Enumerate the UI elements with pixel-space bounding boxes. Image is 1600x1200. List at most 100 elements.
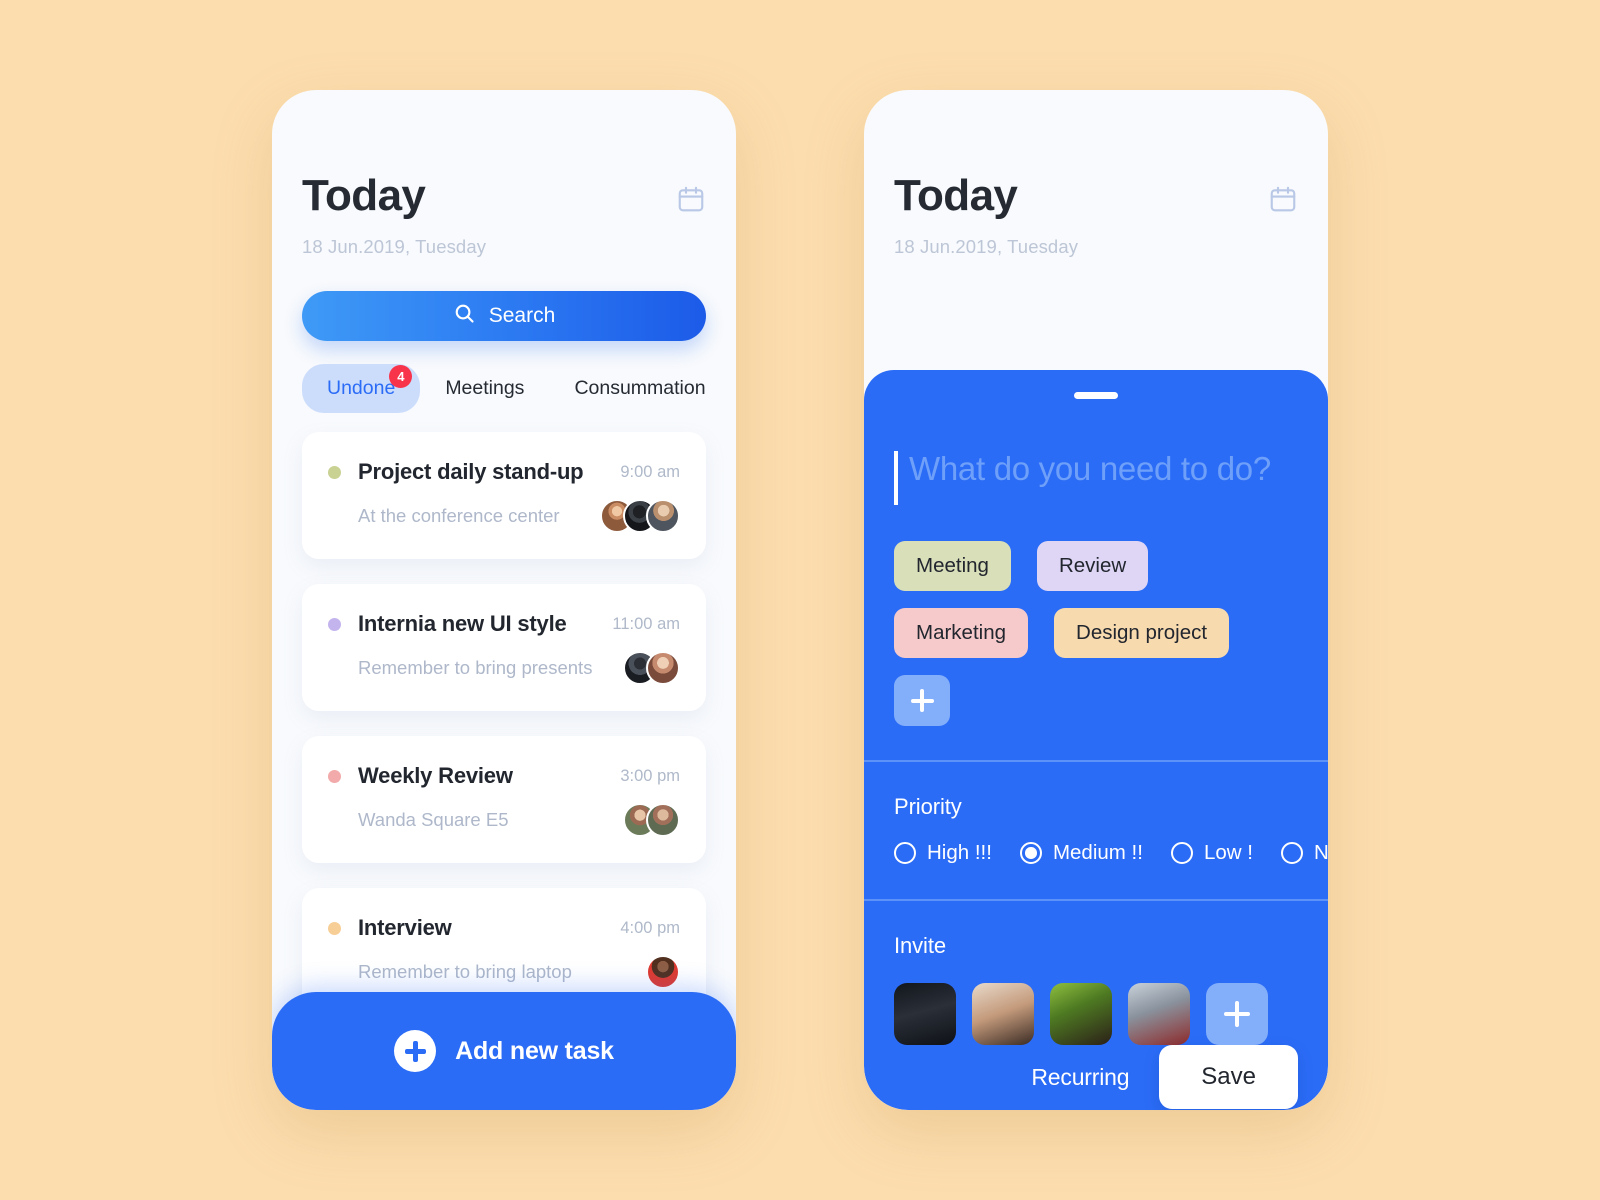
radio-icon [894,842,916,864]
task-avatars [600,499,680,533]
search-label: Search [488,304,556,327]
priority-label: Priority [894,794,962,819]
task-top-row: Interview 4:00 pm [328,915,680,941]
task-time: 4:00 pm [620,918,680,937]
task-top-row: Internia new UI style 11:00 am [328,611,680,637]
tab-meetings-label: Meetings [445,377,525,399]
calendar-icon[interactable] [676,184,706,219]
search-icon [453,302,476,330]
page-title: Today [302,171,426,220]
task-title: Interview [358,915,452,940]
radio-icon-selected [1019,842,1042,864]
left-header: Today 18 Jun.2019, Tuesday Search Undone… [272,90,736,413]
text-caret [894,451,898,505]
invite-label: Invite [894,933,946,958]
priority-option-high[interactable]: High !!! [894,841,992,865]
tag-chip-meeting[interactable]: Meeting [894,541,1011,591]
task-time: 9:00 am [620,462,680,481]
task-bottom-row: At the conference center [328,499,680,533]
task-top-row: Weekly Review 3:00 pm [328,763,680,789]
task-card[interactable]: Project daily stand-up 9:00 am At the co… [302,432,706,559]
task-avatars [623,651,680,685]
header-date: 18 Jun.2019, Tuesday [894,236,1079,257]
priority-option-medium-label: Medium !! [1052,841,1143,864]
header-date: 18 Jun.2019, Tuesday [302,236,487,257]
avatar [646,499,680,533]
tab-consummation[interactable]: Consummation [549,364,730,413]
compose-actions: Recurring Save [864,1045,1328,1110]
tag-chip-review[interactable]: Review [1036,541,1149,591]
phone-compose-task: Today 18 Jun.2019, Tuesday What do you n… [864,90,1328,1110]
priority-option-none[interactable]: None [1280,841,1328,865]
invite-avatar[interactable] [894,983,956,1045]
add-tag-button[interactable] [894,675,950,726]
save-button[interactable]: Save [1159,1045,1298,1109]
radio-icon [1280,842,1303,864]
task-status-dot [328,617,341,631]
calendar-icon[interactable] [1268,184,1298,219]
task-status-dot [328,465,341,479]
plus-icon [394,1030,437,1072]
task-title: Project daily stand-up [358,459,584,484]
invite-section: Invite [864,901,1328,1045]
right-title-row: Today [894,174,1298,219]
priority-radio-group: High !!! Medium !! Low ! None [894,841,1328,865]
task-card[interactable]: Weekly Review 3:00 pm Wanda Square E5 [302,736,706,863]
task-time: 3:00 pm [620,766,680,785]
task-subtitle: At the conference center [358,505,560,526]
tab-meetings[interactable]: Meetings [420,364,549,413]
task-bottom-row: Remember to bring presents [328,651,680,685]
task-status-dot [328,921,341,935]
avatar [646,651,680,685]
screens-stage: Today 18 Jun.2019, Tuesday Search Undone… [0,0,1600,1200]
filter-tabs: Undone 4 Meetings Consummation [302,364,706,413]
tab-undone[interactable]: Undone 4 [302,364,421,413]
priority-section: Priority High !!! Medium !! Low ! N [864,762,1328,899]
invite-avatar[interactable] [1128,983,1190,1045]
left-title-row: Today [302,174,706,219]
task-status-dot [328,769,341,783]
task-list: Project daily stand-up 9:00 am At the co… [272,432,736,1015]
task-time: 11:00 am [612,614,680,633]
page-title: Today [894,171,1018,220]
compose-sheet: What do you need to do? Meeting Review M… [864,370,1328,1110]
compose-placeholder: What do you need to do? [909,450,1271,487]
tab-consummation-label: Consummation [574,377,706,399]
tab-undone-label: Undone [327,377,396,399]
priority-option-low-label: Low ! [1203,841,1253,864]
task-bottom-row: Wanda Square E5 [328,803,680,837]
task-avatars [646,955,680,989]
priority-option-low[interactable]: Low ! [1170,841,1253,865]
add-new-task-label: Add new task [455,1036,614,1065]
avatar [646,955,680,989]
task-top-row: Project daily stand-up 9:00 am [328,459,680,485]
invite-avatar-row [894,983,1298,1045]
recurring-button[interactable]: Recurring [1031,1064,1129,1091]
tag-chip-design-project[interactable]: Design project [1054,608,1230,658]
search-input[interactable]: Search [302,291,706,341]
radio-icon [1170,842,1193,864]
right-header: Today 18 Jun.2019, Tuesday [864,90,1328,258]
phone-task-list: Today 18 Jun.2019, Tuesday Search Undone… [272,90,736,1110]
invite-avatar[interactable] [972,983,1034,1045]
invite-avatar[interactable] [1050,983,1112,1045]
status-badge: 4 [389,365,413,388]
priority-option-high-label: High !!! [927,841,992,864]
task-subtitle: Remember to bring laptop [358,961,572,982]
task-card[interactable]: Internia new UI style 11:00 am Remember … [302,584,706,711]
add-new-task-button[interactable]: Add new task [272,992,736,1110]
task-subtitle: Wanda Square E5 [358,809,509,830]
task-avatars [623,803,680,837]
compose-input[interactable]: What do you need to do? [864,399,1328,505]
drag-handle[interactable] [1074,392,1118,399]
task-title: Internia new UI style [358,611,567,636]
task-title: Weekly Review [358,763,513,788]
tag-chip-marketing[interactable]: Marketing [894,608,1029,658]
avatar [646,803,680,837]
priority-option-none-label: None [1313,841,1328,864]
task-bottom-row: Remember to bring laptop [328,955,680,989]
tag-chip-group: Meeting Review Marketing Design project [864,505,1328,726]
task-subtitle: Remember to bring presents [358,657,593,678]
priority-option-medium[interactable]: Medium !! [1019,841,1143,865]
add-invitee-button[interactable] [1206,983,1268,1045]
